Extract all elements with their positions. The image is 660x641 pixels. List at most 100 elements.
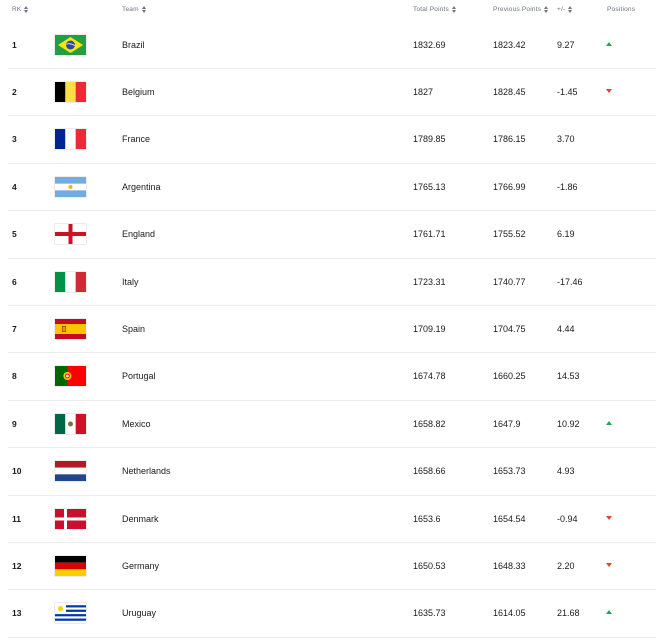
- points-change-value: 21.68: [557, 608, 580, 619]
- team-name-link[interactable]: Brazil: [122, 40, 145, 50]
- previous-points-column-header[interactable]: Previous Points: [493, 6, 549, 13]
- sort-icon[interactable]: [24, 6, 29, 13]
- rank-value: 12: [12, 560, 22, 571]
- position-up-icon: [606, 610, 612, 616]
- team-header-label: Team: [122, 6, 139, 13]
- rank-value: 3: [12, 134, 17, 145]
- previous-points-value: 1647.9: [493, 418, 521, 429]
- total-points-value: 1827: [413, 86, 434, 97]
- rank-value: 9: [12, 418, 17, 429]
- sort-icon[interactable]: [452, 6, 457, 13]
- team-name-link[interactable]: Argentina: [122, 182, 161, 192]
- rank-value: 7: [12, 323, 17, 334]
- previous-points-value: 1648.33: [493, 560, 526, 571]
- team-name-link[interactable]: Spain: [122, 324, 145, 334]
- rank-value: 10: [12, 466, 22, 477]
- italy-flag-icon: [55, 271, 86, 292]
- previous-points-value: 1614.05: [493, 608, 526, 619]
- brazil-flag-icon: [55, 34, 86, 55]
- rank-column-header[interactable]: RK: [12, 6, 29, 13]
- total-points-value: 1658.82: [413, 418, 446, 429]
- total-points-value: 1674.78: [413, 371, 446, 382]
- previous-points-value: 1653.73: [493, 466, 526, 477]
- rankings-table: RK Team Total Points Previous Points +/-…: [0, 0, 660, 641]
- table-row[interactable]: 4 Argentina 1765.13 1766.99 -1.86: [8, 163, 656, 212]
- uruguay-flag-icon: [55, 603, 86, 624]
- points-change-value: 6.19: [557, 229, 575, 240]
- table-row[interactable]: 9 Mexico 1658.82 1647.9 10.92: [8, 400, 656, 449]
- table-row[interactable]: 5 England 1761.71 1755.52 6.19: [8, 211, 656, 259]
- table-row[interactable]: 12 Germany 1650.53 1648.33 2.20: [8, 542, 656, 591]
- position-down-icon: [606, 88, 612, 95]
- rank-value: 11: [12, 513, 21, 524]
- points-change-value: -0.94: [557, 513, 578, 524]
- sort-icon[interactable]: [568, 6, 573, 13]
- table-row[interactable]: 2 Belgium 1827 1828.45 -1.45: [8, 68, 656, 117]
- team-name-link[interactable]: Denmark: [122, 514, 159, 524]
- rank-value: 4: [12, 181, 17, 192]
- team-name-link[interactable]: France: [122, 134, 150, 144]
- team-name-link[interactable]: England: [122, 229, 155, 239]
- team-name-link[interactable]: Germany: [122, 561, 159, 571]
- points-change-value: -17.46: [557, 276, 583, 287]
- total-points-value: 1635.73: [413, 608, 446, 619]
- team-name-link[interactable]: Belgium: [122, 87, 155, 97]
- rank-header-label: RK: [12, 6, 22, 13]
- diff-header-label: +/-: [557, 6, 566, 13]
- mexico-flag-icon: [55, 413, 86, 434]
- points-change-value: 2.20: [557, 560, 575, 571]
- points-change-value: 4.44: [557, 323, 575, 334]
- germany-flag-icon: [55, 555, 86, 576]
- table-row[interactable]: 7 Spain 1709.19 1704.75 4.44: [8, 305, 656, 354]
- diff-column-header[interactable]: +/-: [557, 6, 573, 13]
- rank-value: 5: [12, 229, 17, 240]
- rank-value: 6: [12, 276, 17, 287]
- table-header: RK Team Total Points Previous Points +/-…: [0, 0, 660, 22]
- table-row[interactable]: 13 Uruguay 1635.73 1614.05 21.68: [8, 590, 656, 638]
- previous-points-value: 1766.99: [493, 181, 526, 192]
- total-points-value: 1658.66: [413, 466, 446, 477]
- rank-value: 13: [12, 608, 22, 619]
- table-row[interactable]: 6 Italy 1723.31 1740.77 -17.46: [8, 258, 656, 306]
- previous-points-value: 1786.15: [493, 134, 526, 145]
- rank-value: 8: [12, 371, 17, 382]
- previous-points-value: 1740.77: [493, 276, 526, 287]
- previous-points-value: 1755.52: [493, 229, 526, 240]
- table-row[interactable]: 10 Netherlands 1658.66 1653.73 4.93: [8, 448, 656, 496]
- points-change-value: 4.93: [557, 466, 575, 477]
- team-name-link[interactable]: Italy: [122, 277, 139, 287]
- rank-value: 1: [12, 39, 17, 50]
- france-flag-icon: [55, 129, 86, 150]
- team-name-link[interactable]: Mexico: [122, 419, 151, 429]
- table-row[interactable]: 11 Denmark 1653.6 1654.54 -0.94: [8, 495, 656, 543]
- argentina-flag-icon: [55, 176, 86, 197]
- total-points-value: 1789.85: [413, 134, 446, 145]
- table-row[interactable]: 3 France 1789.85 1786.15 3.70: [8, 116, 656, 164]
- team-name-link[interactable]: Uruguay: [122, 608, 156, 618]
- sort-icon[interactable]: [141, 6, 146, 13]
- team-name-link[interactable]: Netherlands: [122, 466, 171, 476]
- team-name-link[interactable]: Portugal: [122, 371, 156, 381]
- positions-header-label: Positions: [607, 6, 636, 13]
- denmark-flag-icon: [55, 508, 86, 529]
- previous-points-value: 1823.42: [493, 39, 526, 50]
- total-points-value: 1765.13: [413, 181, 446, 192]
- points-change-value: 14.53: [557, 371, 580, 382]
- points-change-value: 9.27: [557, 39, 575, 50]
- england-flag-icon: [55, 224, 86, 245]
- total-points-value: 1761.71: [413, 229, 446, 240]
- total-points-value: 1832.69: [413, 39, 446, 50]
- total-points-value: 1723.31: [413, 276, 446, 287]
- sort-icon[interactable]: [544, 6, 549, 13]
- position-down-icon: [606, 562, 612, 569]
- previous-points-value: 1654.54: [493, 513, 526, 524]
- total-points-column-header[interactable]: Total Points: [413, 6, 457, 13]
- position-up-icon: [606, 41, 612, 48]
- table-row[interactable]: 8 Portugal 1674.78 1660.25 14.53: [8, 353, 656, 401]
- position-down-icon: [606, 515, 612, 522]
- positions-column-header: Positions: [607, 6, 635, 13]
- points-change-value: 10.92: [557, 418, 580, 429]
- position-up-icon: [606, 420, 612, 427]
- team-column-header[interactable]: Team: [122, 6, 146, 13]
- table-row[interactable]: 1 Brazil 1832.69 1823.42 9.27: [8, 21, 656, 69]
